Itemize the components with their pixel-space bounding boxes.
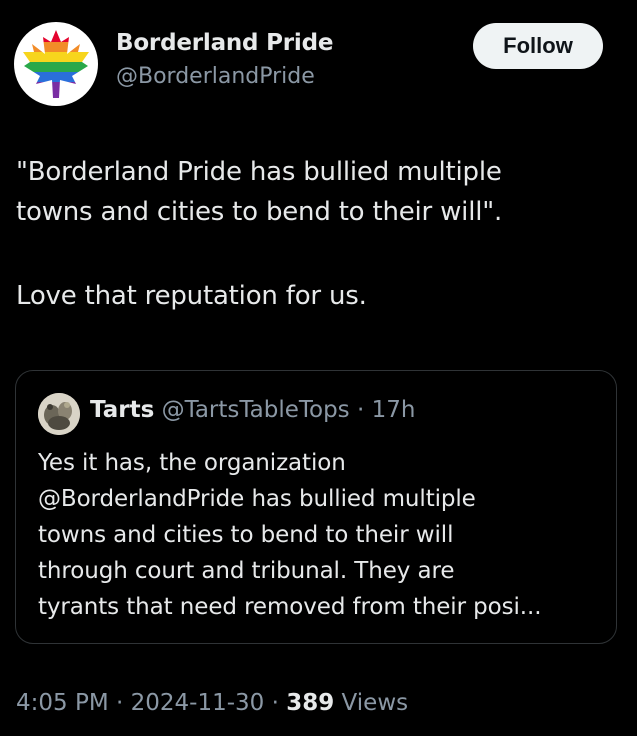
tweet-text: "Borderland Pride has bullied multiple t… <box>16 152 616 316</box>
author-handle[interactable]: @BorderlandPride <box>116 64 315 89</box>
quote-text-line: tyrants that need removed from their pos… <box>38 594 542 620</box>
quote-text-line: towns and cities to bend to their will <box>38 522 454 548</box>
rainbow-maple-leaf-icon <box>23 30 89 98</box>
author-display-name[interactable]: Borderland Pride <box>116 30 333 56</box>
tweet-text-line: towns and cities to bend to their will". <box>16 197 503 227</box>
quote-text-line: Yes it has, the organization <box>38 450 346 476</box>
author-avatar[interactable] <box>14 22 98 106</box>
quoted-tweet[interactable]: Tarts @TartsTableTops · 17h Yes it has, … <box>15 370 617 644</box>
quote-handle-time: @TartsTableTops · 17h <box>161 397 416 423</box>
tweet: Borderland Pride @BorderlandPride Follow… <box>0 0 637 736</box>
views-label: Views <box>334 690 409 716</box>
quote-author-name[interactable]: Tarts <box>90 397 154 423</box>
quote-author-avatar[interactable] <box>38 393 80 435</box>
quote-text-line: @BorderlandPride has bullied multiple <box>38 486 476 512</box>
tweet-text-line: Love that reputation for us. <box>16 281 367 311</box>
follow-button[interactable]: Follow <box>473 23 603 69</box>
tabletop-miniatures-avatar <box>38 393 80 435</box>
quote-text-line: through court and tribunal. They are <box>38 558 455 584</box>
tweet-text-line: "Borderland Pride has bullied multiple <box>16 157 502 187</box>
timestamp[interactable]: 4:05 PM · 2024-11-30 · <box>16 690 286 716</box>
quote-text: Yes it has, the organization @Borderland… <box>38 445 608 625</box>
views-count: 389 <box>286 690 335 716</box>
tweet-footer: 4:05 PM · 2024-11-30 · 389 Views <box>16 690 408 716</box>
quote-header: Tarts @TartsTableTops · 17h <box>90 397 415 423</box>
